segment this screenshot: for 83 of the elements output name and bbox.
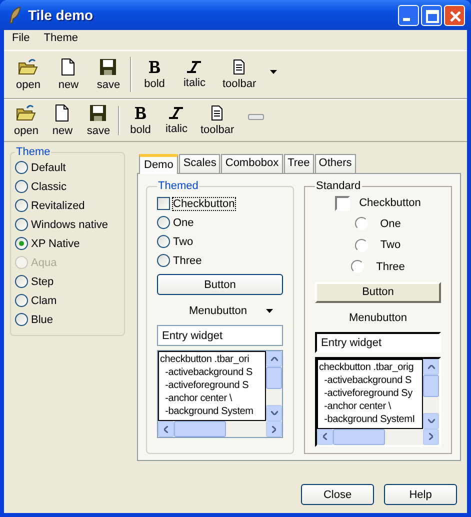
text-area[interactable]: checkbutton .tbar_ori -activebackground S -activeforeground S -anchor center \ -background System xyxy=(157,350,283,438)
page-icon xyxy=(55,104,70,122)
text-line: -activebackground S xyxy=(164,366,254,379)
maximize-button[interactable] xyxy=(421,4,442,26)
toolbar-button[interactable]: italic xyxy=(174,60,214,89)
group-title: Themed xyxy=(157,180,200,192)
dropdown-arrow-icon[interactable] xyxy=(270,70,278,74)
radio-option[interactable]: One xyxy=(355,212,401,234)
document-icon xyxy=(233,59,246,75)
radio-option[interactable]: One xyxy=(157,213,283,232)
radio-option[interactable]: Step xyxy=(15,272,120,291)
text-line: checkbutton .tbar_orig xyxy=(319,360,415,374)
text-line: -activeforeground S xyxy=(164,379,250,392)
feather-icon xyxy=(8,6,22,24)
menu-button[interactable]: Menubutton xyxy=(157,299,279,323)
tab[interactable]: Scales xyxy=(179,154,220,173)
folder-icon xyxy=(16,104,36,122)
italic-icon xyxy=(168,106,184,120)
radio-option[interactable]: Clam xyxy=(15,291,120,310)
floppy-icon xyxy=(89,104,108,122)
italic-icon xyxy=(186,60,202,74)
horizontal-scrollbar[interactable] xyxy=(317,428,439,445)
group-title: Standard xyxy=(315,180,362,192)
push-button[interactable]: Button xyxy=(157,274,283,295)
radio-option[interactable]: Default xyxy=(15,158,120,177)
text-line: -background System xyxy=(164,405,254,418)
text-line: -anchor center \ xyxy=(164,392,233,405)
text-line: -activeforeground Sy xyxy=(323,386,414,400)
toolbar-button[interactable]: toolbar xyxy=(194,105,240,136)
checkbutton[interactable]: Checkbutton xyxy=(335,194,421,213)
dialog-button[interactable]: Close xyxy=(301,484,374,505)
radio-option[interactable]: Two xyxy=(157,232,283,251)
text-line: checkbutton .tbar_ori xyxy=(160,353,250,366)
entry-field[interactable]: Entry widget xyxy=(315,332,441,353)
checkbutton[interactable]: Checkbutton xyxy=(157,194,283,213)
toolbar-button[interactable]: save xyxy=(88,58,128,91)
vertical-scrollbar[interactable] xyxy=(266,351,282,421)
text-line: -background SystemI xyxy=(323,412,416,426)
window-title: Tile demo xyxy=(28,7,94,23)
entry-field[interactable]: Entry widget xyxy=(157,325,283,346)
toolbar-button[interactable]: bold xyxy=(122,105,158,136)
tab[interactable]: Tree xyxy=(284,154,314,173)
toolbar-handle[interactable] xyxy=(248,114,264,120)
caret-icon xyxy=(266,309,273,313)
push-button[interactable]: Button xyxy=(315,282,441,303)
close-button[interactable] xyxy=(444,4,465,26)
group-title: Theme xyxy=(15,146,52,158)
text-line: -anchor center \ xyxy=(323,400,392,413)
toolbar-button[interactable]: italic xyxy=(158,106,194,135)
text-area[interactable]: checkbutton .tbar_orig -activebackground S -activeforeground Sy -anchor center \ -background SystemI xyxy=(315,356,441,447)
radio-option[interactable]: Blue xyxy=(15,310,120,329)
dialog-button[interactable]: Help xyxy=(384,484,457,505)
toolbar-button[interactable]: new xyxy=(44,104,80,137)
bold-icon xyxy=(147,59,162,75)
folder-icon xyxy=(18,58,38,76)
radio-option[interactable]: Classic xyxy=(15,177,120,196)
radio-option[interactable]: XP Native xyxy=(15,234,120,253)
menu-item[interactable]: File xyxy=(10,32,32,48)
toolbar-button[interactable]: save xyxy=(80,104,116,137)
toolbar-button[interactable]: new xyxy=(48,58,88,91)
radio-option[interactable]: Windows native xyxy=(15,215,120,234)
tab[interactable]: Others xyxy=(314,154,356,173)
minimize-icon xyxy=(403,18,410,20)
horizontal-scrollbar[interactable] xyxy=(158,421,282,437)
toolbar-button[interactable]: bold xyxy=(134,59,174,90)
vertical-scrollbar[interactable] xyxy=(423,358,439,429)
minimize-button[interactable] xyxy=(398,4,419,26)
bold-icon xyxy=(133,105,148,121)
radio-option[interactable]: Two xyxy=(355,234,401,256)
radio-option[interactable]: Three xyxy=(351,256,405,278)
toolbar-button[interactable]: toolbar xyxy=(214,59,264,90)
text-line: -activebackground S xyxy=(323,374,413,387)
toolbar-button[interactable]: open xyxy=(8,104,44,137)
document-icon xyxy=(211,105,224,121)
page-icon xyxy=(61,58,76,76)
tab[interactable]: Demo xyxy=(139,154,178,174)
menu-button[interactable]: Menubutton xyxy=(317,306,439,330)
toolbar-button[interactable]: open xyxy=(8,58,48,91)
radio-option[interactable]: Three xyxy=(157,251,283,270)
tab[interactable]: Combobox xyxy=(221,154,283,173)
radio-option[interactable]: Revitalized xyxy=(15,196,120,215)
floppy-icon xyxy=(99,58,118,76)
menu-item[interactable]: Theme xyxy=(42,32,80,48)
